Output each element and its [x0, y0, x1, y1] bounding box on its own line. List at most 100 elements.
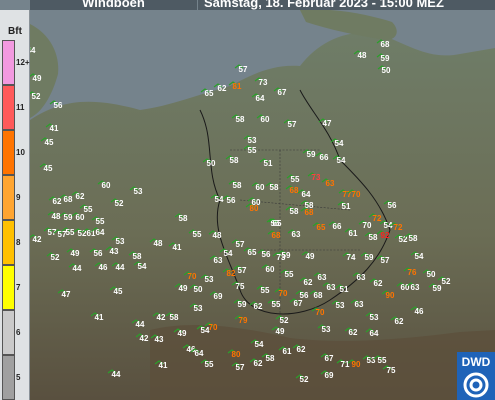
station-gust-value: 52: [442, 277, 451, 286]
station-gust-value: 53: [194, 304, 203, 313]
station-gust-value: 52: [115, 199, 124, 208]
station-gust-value: 64: [195, 349, 204, 358]
weather-map: 4449525657736848 59506562 8164674158 6057 47…: [0, 0, 495, 400]
station-gust-value: 63: [326, 179, 335, 188]
station-gust-value: 53: [367, 356, 376, 365]
station-gust-value: 50: [382, 66, 391, 75]
station-gust-value: 57: [236, 240, 245, 249]
station-gust-value: 52: [280, 316, 289, 325]
station-gust-value: 44: [112, 370, 121, 379]
station-gust-value: 70: [363, 221, 372, 230]
station-gust-value: 47: [323, 119, 332, 128]
station-gust-value: 68: [290, 186, 299, 195]
station-gust-value: 60: [256, 183, 265, 192]
station-gust-value: 90: [352, 360, 361, 369]
legend-panel: Bft 12+ 11 10 9 8 7 6 5: [0, 10, 30, 400]
station-gust-value: 92: [381, 231, 390, 240]
station-gust-value: 54: [138, 262, 147, 271]
station-gust-value: 61: [283, 347, 292, 356]
station-gust-value: 63: [327, 283, 336, 292]
map-datetime: Samstag, 18. Februar 2023 - 15:00 MEZ: [198, 0, 495, 10]
station-gust-value: 57: [288, 120, 297, 129]
station-gust-value: 70: [209, 323, 218, 332]
station-gust-value: 64: [302, 190, 311, 199]
station-gust-value: 57: [381, 256, 390, 265]
station-gust-value: 68: [381, 40, 390, 49]
station-gust-value: 64: [96, 228, 105, 237]
station-gust-value: 63: [214, 256, 223, 265]
station-gust-value: 76: [408, 268, 417, 277]
station-gust-value: 60: [76, 213, 85, 222]
legend-label: 10: [16, 147, 25, 157]
station-gust-value: 66: [320, 153, 329, 162]
station-gust-value: 55: [205, 360, 214, 369]
legend-label: 7: [16, 282, 21, 292]
station-gust-value: 68: [314, 291, 323, 300]
station-gust-value: 54: [215, 195, 224, 204]
legend-swatch: [2, 40, 15, 85]
station-gust-value: 70: [188, 272, 197, 281]
legend-swatch: [2, 175, 15, 220]
station-gust-value: 59: [238, 300, 247, 309]
station-gust-value: 59: [64, 213, 73, 222]
dwd-logo-text: DWD: [461, 355, 491, 369]
station-gust-value: 58: [233, 181, 242, 190]
station-gust-value: 46: [99, 263, 108, 272]
station-gust-value: 50: [207, 159, 216, 168]
station-gust-value: 90: [386, 291, 395, 300]
station-gust-value: 44: [136, 320, 145, 329]
legend-swatch: [2, 85, 15, 130]
station-gust-value: 74: [347, 253, 356, 262]
station-gust-value: 53: [134, 187, 143, 196]
station-gust-value: 59: [365, 253, 374, 262]
station-gust-value: 56: [54, 101, 63, 110]
station-gust-value: 68: [64, 195, 73, 204]
station-gust-value: 44: [116, 263, 125, 272]
station-gust-value: 67: [325, 354, 334, 363]
station-gust-value: 65: [317, 223, 326, 232]
station-gust-value: 56: [388, 201, 397, 210]
map-title: Windböen: [30, 0, 197, 10]
station-gust-value: 58: [290, 207, 299, 216]
station-gust-value: 65: [273, 219, 282, 228]
station-gust-value: 56: [227, 196, 236, 205]
legend-swatch: [2, 220, 15, 265]
station-gust-value: 53: [322, 325, 331, 334]
station-gust-value: 80: [232, 350, 241, 359]
station-gust-value: 62: [254, 302, 263, 311]
legend-swatch: [2, 130, 15, 175]
station-gust-value: 68: [272, 231, 281, 240]
station-gust-value: 47: [62, 290, 71, 299]
station-gust-value: 73: [259, 78, 268, 87]
station-gust-value: 49: [178, 329, 187, 338]
station-gust-value: 58: [170, 313, 179, 322]
station-gust-value: 54: [255, 340, 264, 349]
station-gust-value: 52: [32, 92, 41, 101]
station-gust-value: 58: [270, 183, 279, 192]
station-gust-value: 55: [96, 217, 105, 226]
dwd-swirl-icon: [463, 372, 489, 398]
station-gust-value: 58: [369, 233, 378, 242]
station-gust-value: 62: [254, 359, 263, 368]
station-gust-value: 49: [71, 249, 80, 258]
station-gust-value: 55: [272, 300, 281, 309]
station-gust-value: 63: [355, 300, 364, 309]
station-gust-value: 48: [52, 212, 61, 221]
station-gust-value: 60: [261, 115, 270, 124]
station-gust-value: 57: [236, 363, 245, 372]
station-gust-value: 42: [140, 334, 149, 343]
station-gust-value: 53: [370, 313, 379, 322]
station-gust-value: 59: [307, 150, 316, 159]
station-gust-value: 50: [427, 270, 436, 279]
station-gust-value: 60: [102, 181, 111, 190]
station-gust-value: 51: [264, 159, 273, 168]
station-gust-value: 59: [381, 54, 390, 63]
station-gust-value: 62: [53, 197, 62, 206]
station-gust-value: 73: [277, 253, 286, 262]
station-gust-value: 53: [248, 136, 257, 145]
station-gust-value: 49: [33, 74, 42, 83]
station-gust-value: 46: [415, 307, 424, 316]
station-gust-value: 48: [154, 239, 163, 248]
station-gust-value: 45: [44, 164, 53, 173]
station-gust-value: 63: [357, 273, 366, 282]
